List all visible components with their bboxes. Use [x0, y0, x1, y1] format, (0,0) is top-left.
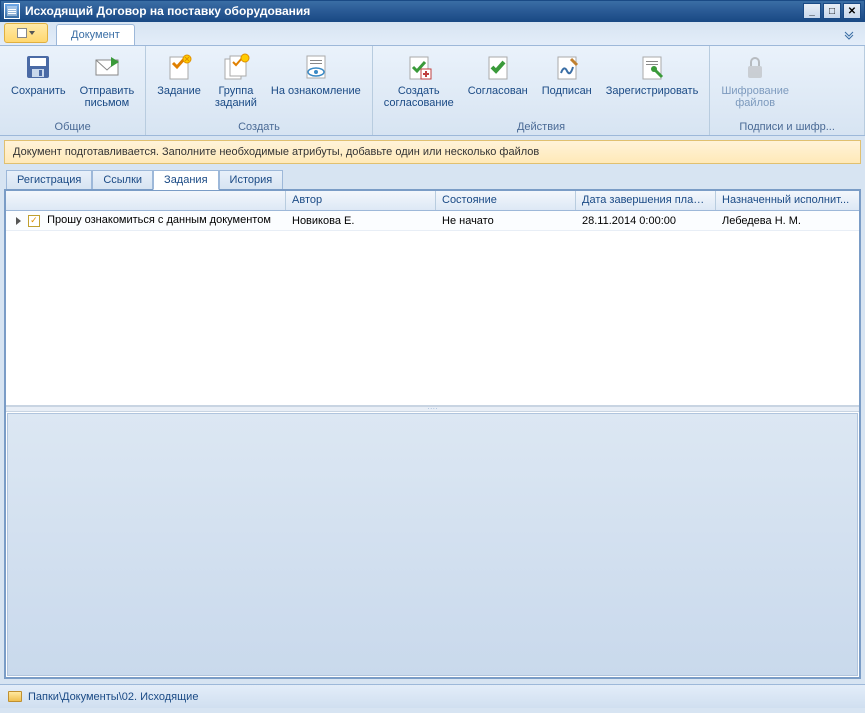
app-icon — [4, 3, 20, 19]
row-assignee: Лебедева Н. М. — [716, 213, 859, 229]
breadcrumb[interactable]: Папки\Документы\02. Исходящие — [28, 691, 198, 703]
folder-icon — [8, 691, 22, 702]
title-bar: Исходящий Договор на поставку оборудован… — [0, 0, 865, 22]
row-due: 28.11.2014 0:00:00 — [576, 213, 716, 229]
ribbon-group-label: Создать — [152, 119, 366, 135]
ribbon-collapse-icon[interactable] — [841, 26, 857, 42]
review-icon — [300, 51, 332, 83]
expand-icon[interactable] — [16, 217, 21, 225]
tab-registration[interactable]: Регистрация — [6, 170, 92, 190]
task-row-icon — [28, 215, 40, 227]
approved-icon — [482, 51, 514, 83]
info-bar: Документ подготавливается. Заполните нео… — [4, 140, 861, 164]
signed-button[interactable]: Подписан — [537, 48, 597, 100]
grid-header-title[interactable] — [6, 191, 286, 210]
ribbon-group-actions: Создать согласование Согласован Подписан… — [373, 46, 711, 135]
grid-header-author[interactable]: Автор — [286, 191, 436, 210]
row-state: Не начато — [436, 213, 576, 229]
ribbon-group-create: Задание Группа заданий На ознакомление С… — [146, 46, 373, 135]
register-icon — [636, 51, 668, 83]
send-mail-button[interactable]: Отправить письмом — [75, 48, 140, 112]
menu-row: Документ — [0, 22, 865, 46]
mail-icon — [91, 51, 123, 83]
ribbon-group-common: Сохранить Отправить письмом Общие — [0, 46, 146, 135]
tab-history[interactable]: История — [219, 170, 284, 190]
review-button[interactable]: На ознакомление — [266, 48, 366, 100]
ribbon-group-sign: Шифрование файлов Подписи и шифр... — [710, 46, 865, 135]
signed-icon — [551, 51, 583, 83]
tasks-grid: Автор Состояние Дата завершения плано...… — [4, 189, 861, 679]
tab-links[interactable]: Ссылки — [92, 170, 153, 190]
preview-pane — [7, 413, 858, 676]
task-icon — [163, 51, 195, 83]
splitter[interactable]: ···· — [6, 406, 859, 412]
save-button[interactable]: Сохранить — [6, 48, 71, 100]
ribbon-group-label: Подписи и шифр... — [716, 119, 858, 135]
encrypt-button: Шифрование файлов — [716, 48, 794, 112]
create-approval-button[interactable]: Создать согласование — [379, 48, 459, 112]
approval-create-icon — [403, 51, 435, 83]
info-text: Документ подготавливается. Заполните нео… — [13, 146, 539, 158]
ribbon-group-label: Общие — [6, 119, 139, 135]
grid-body: Прошу ознакомиться с данным документом Н… — [6, 211, 859, 406]
close-button[interactable]: ✕ — [843, 3, 861, 19]
register-button[interactable]: Зарегистрировать — [601, 48, 704, 100]
tab-tasks[interactable]: Задания — [153, 170, 218, 190]
table-row[interactable]: Прошу ознакомиться с данным документом Н… — [6, 211, 859, 231]
status-bar: Папки\Документы\02. Исходящие — [0, 684, 865, 708]
ribbon: Сохранить Отправить письмом Общие Задани… — [0, 46, 865, 136]
grid-header-due[interactable]: Дата завершения плано... — [576, 191, 716, 210]
window-title: Исходящий Договор на поставку оборудован… — [25, 4, 803, 18]
quick-access-button[interactable] — [4, 23, 48, 43]
task-group-icon — [220, 51, 252, 83]
tabs-row: Регистрация Ссылки Задания История — [0, 168, 865, 190]
grid-header-assignee[interactable]: Назначенный исполнит... — [716, 191, 859, 210]
minimize-button[interactable]: _ — [803, 3, 821, 19]
lock-icon — [739, 51, 771, 83]
task-button[interactable]: Задание — [152, 48, 206, 100]
grid-header: Автор Состояние Дата завершения плано...… — [6, 191, 859, 211]
row-author: Новикова Е. — [286, 213, 436, 229]
maximize-button[interactable]: □ — [823, 3, 841, 19]
save-icon — [22, 51, 54, 83]
grid-header-state[interactable]: Состояние — [436, 191, 576, 210]
row-title: Прошу ознакомиться с данным документом — [47, 214, 271, 226]
approved-button[interactable]: Согласован — [463, 48, 533, 100]
ribbon-group-label: Действия — [379, 119, 704, 135]
menu-tab-document[interactable]: Документ — [56, 24, 135, 45]
task-group-button[interactable]: Группа заданий — [210, 48, 262, 112]
